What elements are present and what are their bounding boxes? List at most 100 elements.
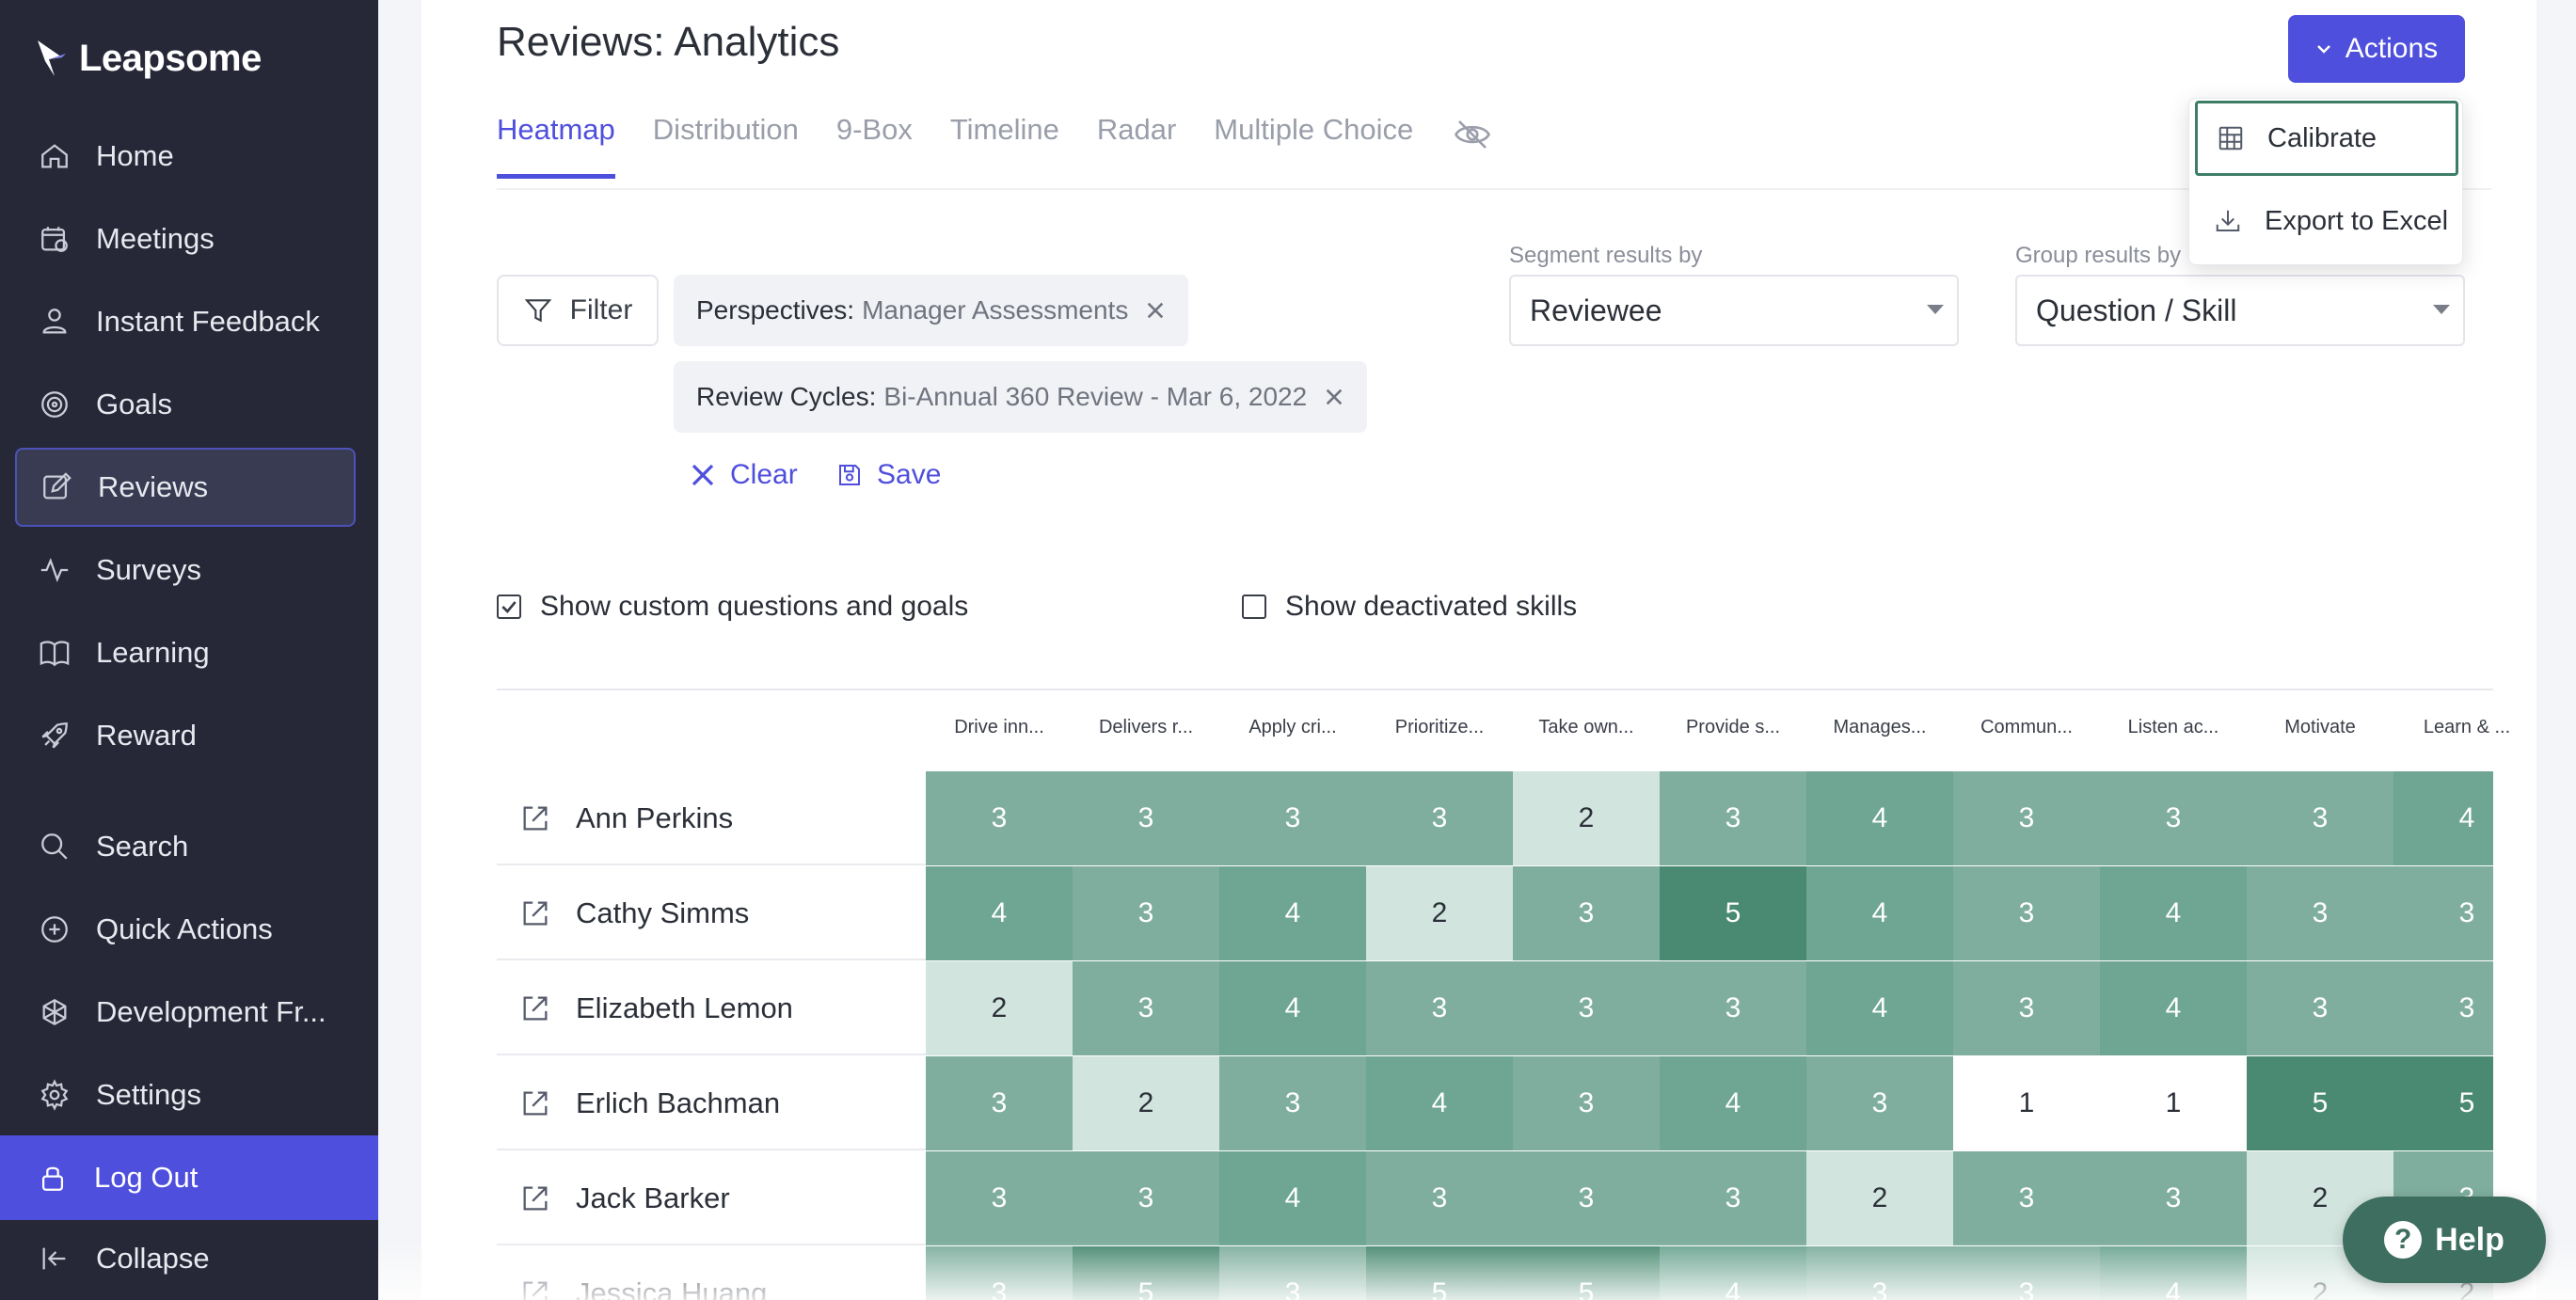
external-link-icon[interactable] [519,802,551,834]
reviewee-name[interactable]: Cathy Simms [576,896,749,930]
tab-timeline[interactable]: Timeline [950,113,1059,179]
heatmap-cell[interactable]: 2 [1513,771,1660,865]
heatmap-cell[interactable]: 4 [1806,866,1953,960]
heatmap-cell[interactable]: 3 [1219,1246,1366,1300]
column-header[interactable]: Learn & ... [2393,717,2540,738]
external-link-icon[interactable] [519,1277,551,1300]
menu-item-export-to-excel[interactable]: Export to Excel [2195,183,2458,259]
heatmap-cell[interactable]: 4 [2100,866,2247,960]
heatmap-cell[interactable]: 3 [1660,961,1806,1055]
sidebar-item-reviews[interactable]: Reviews [15,448,356,527]
reviewee-name[interactable]: Erlich Bachman [576,1086,780,1120]
reviewee-name[interactable]: Ann Perkins [576,801,733,835]
heatmap-cell[interactable]: 4 [1806,961,1953,1055]
heatmap-cell[interactable]: 2 [926,961,1073,1055]
deactivated-skills-checkbox[interactable]: Show deactivated skills [1242,591,1577,623]
column-header[interactable]: Drive inn... [926,717,1073,738]
column-header[interactable]: Delivers r... [1073,717,1219,738]
brand-logo[interactable]: Leapsome [34,32,262,85]
column-header[interactable]: Motivate [2247,717,2393,738]
sidebar-item-reward[interactable]: Reward [15,696,356,775]
checkbox-checked[interactable] [497,595,521,619]
tab-radar[interactable]: Radar [1097,113,1176,179]
sidebar-item-meetings[interactable]: Meetings [15,199,356,278]
heatmap-cell[interactable]: 5 [1073,1246,1219,1300]
heatmap-cell[interactable]: 5 [1660,866,1806,960]
heatmap-cell[interactable]: 3 [1953,866,2100,960]
heatmap-cell[interactable]: 4 [1660,1056,1806,1150]
heatmap-cell[interactable]: 3 [1366,961,1513,1055]
heatmap-cell[interactable]: 2 [1366,866,1513,960]
column-header[interactable]: Listen ac... [2100,717,2247,738]
heatmap-cell[interactable]: 3 [1513,1056,1660,1150]
heatmap-cell[interactable]: 3 [1513,961,1660,1055]
reviewee-name[interactable]: Jessica Huang [576,1276,767,1300]
heatmap-cell[interactable]: 3 [1073,1151,1219,1245]
heatmap-cell[interactable]: 2 [1073,1056,1219,1150]
heatmap-cell[interactable]: 3 [2247,866,2393,960]
actions-button[interactable]: Actions [2288,15,2465,83]
heatmap-cell[interactable]: 3 [1953,1246,2100,1300]
heatmap-cell[interactable]: 3 [1953,1151,2100,1245]
heatmap-cell[interactable]: 4 [1806,771,1953,865]
sidebar-item-instant-feedback[interactable]: Instant Feedback [15,282,356,361]
heatmap-cell[interactable]: 4 [1366,1056,1513,1150]
tab-9-box[interactable]: 9-Box [836,113,913,179]
heatmap-cell[interactable]: 4 [1219,1151,1366,1245]
heatmap-cell[interactable]: 3 [1513,1151,1660,1245]
column-header[interactable]: Manages... [1806,717,1953,738]
heatmap-cell[interactable]: 1 [2100,1056,2247,1150]
heatmap-cell[interactable]: 3 [2393,866,2493,960]
heatmap-cell[interactable]: 3 [2247,771,2393,865]
heatmap-cell[interactable]: 5 [2247,1056,2393,1150]
column-header[interactable]: Commun... [1953,717,2100,738]
heatmap-cell[interactable]: 3 [1806,1056,1953,1150]
close-icon[interactable] [1145,300,1166,321]
checkbox-unchecked[interactable] [1242,595,1266,619]
save-filters-button[interactable]: Save [835,459,941,491]
sidebar-item-learning[interactable]: Learning [15,613,356,692]
heatmap-cell[interactable]: 4 [1660,1246,1806,1300]
sidebar-item-surveys[interactable]: Surveys [15,531,356,610]
external-link-icon[interactable] [519,1087,551,1119]
heatmap-cell[interactable]: 3 [926,1056,1073,1150]
external-link-icon[interactable] [519,1182,551,1214]
column-header[interactable]: Prioritize... [1366,717,1513,738]
heatmap-cell[interactable]: 3 [1073,961,1219,1055]
segment-select[interactable]: Reviewee [1509,275,1959,346]
sidebar-item-home[interactable]: Home [15,117,356,196]
reviewee-name[interactable]: Jack Barker [576,1181,730,1215]
heatmap-cell[interactable]: 5 [1513,1246,1660,1300]
heatmap-cell[interactable]: 4 [2100,961,2247,1055]
heatmap-cell[interactable]: 5 [1366,1246,1513,1300]
eye-off-icon[interactable] [1453,115,1492,154]
custom-questions-checkbox[interactable]: Show custom questions and goals [497,591,968,623]
heatmap-cell[interactable]: 3 [1660,771,1806,865]
heatmap-cell[interactable]: 3 [2393,961,2493,1055]
sidebar-item-goals[interactable]: Goals [15,365,356,444]
heatmap-cell[interactable]: 3 [1953,961,2100,1055]
heatmap-cell[interactable]: 3 [1219,771,1366,865]
heatmap-cell[interactable]: 4 [926,866,1073,960]
heatmap-cell[interactable]: 3 [926,1151,1073,1245]
heatmap-cell[interactable]: 5 [2393,1056,2493,1150]
tab-heatmap[interactable]: Heatmap [497,113,615,179]
heatmap-cell[interactable]: 3 [1806,1246,1953,1300]
heatmap-cell[interactable]: 3 [926,771,1073,865]
heatmap-cell[interactable]: 3 [1073,866,1219,960]
heatmap-cell[interactable]: 3 [2100,1151,2247,1245]
column-header[interactable]: Take own... [1513,717,1660,738]
column-header[interactable]: Apply cri... [1219,717,1366,738]
heatmap-cell[interactable]: 3 [1660,1151,1806,1245]
tab-distribution[interactable]: Distribution [653,113,799,179]
heatmap-cell[interactable]: 3 [1073,771,1219,865]
group-select[interactable]: Question / Skill [2015,275,2465,346]
column-header[interactable]: Provide s... [1660,717,1806,738]
heatmap-cell[interactable]: 4 [2100,1246,2247,1300]
heatmap-cell[interactable]: 4 [2393,771,2493,865]
heatmap-cell[interactable]: 3 [926,1246,1073,1300]
heatmap-cell[interactable]: 2 [1806,1151,1953,1245]
tab-multiple-choice[interactable]: Multiple Choice [1214,113,1413,179]
heatmap-cell[interactable]: 3 [1953,771,2100,865]
heatmap-cell[interactable]: 3 [1366,1151,1513,1245]
